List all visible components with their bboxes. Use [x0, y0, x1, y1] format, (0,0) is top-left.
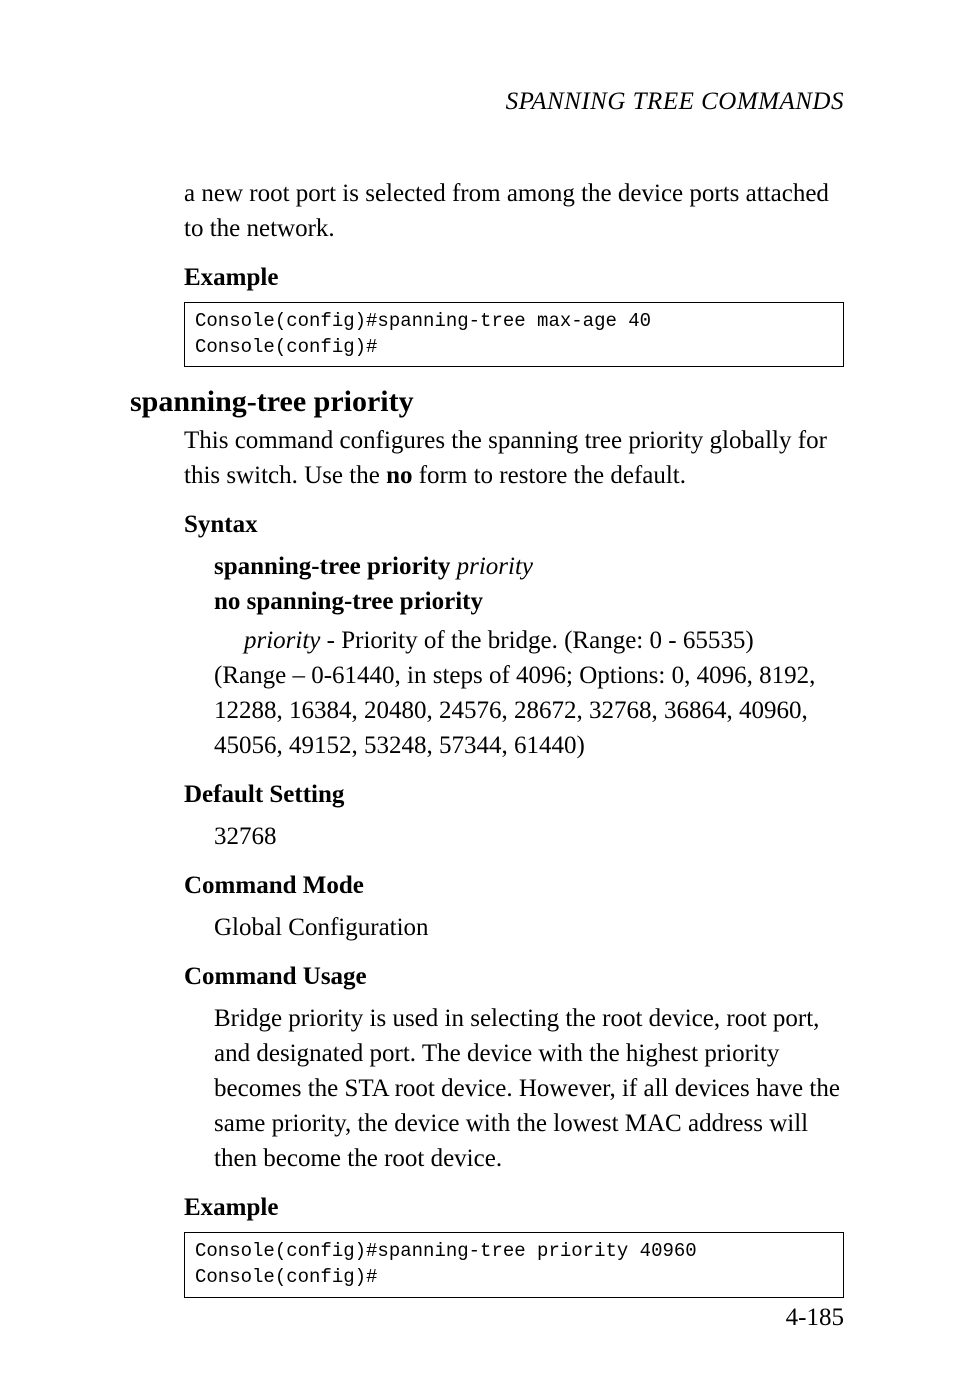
range-lines: (Range – 0-61440, in steps of 4096; Opti… [214, 658, 844, 763]
syntax-line1-bold: spanning-tree priority [214, 553, 457, 580]
example2-label: Example [184, 1194, 844, 1222]
command-mode-label: Command Mode [184, 872, 844, 900]
syntax-line2: no spanning-tree priority [214, 584, 844, 619]
running-head: SPANNING TREE COMMANDS [130, 88, 844, 116]
param-ital: priority [244, 627, 320, 654]
page-container: SPANNING TREE COMMANDS a new root port i… [0, 0, 954, 1388]
syntax-line1: spanning-tree priority priority [214, 549, 844, 584]
command-usage-text: Bridge priority is used in selecting the… [214, 1001, 844, 1176]
example1-label: Example [184, 264, 844, 292]
command-title: spanning-tree priority [130, 385, 844, 419]
example1-code: Console(config)#spanning-tree max-age 40… [184, 302, 844, 367]
command-mode-value: Global Configuration [214, 910, 844, 945]
page-number: 4-185 [786, 1304, 844, 1332]
command-usage-label: Command Usage [184, 963, 844, 991]
syntax-label: Syntax [184, 511, 844, 539]
syntax-line1-ital: priority [457, 553, 533, 580]
example2-code: Console(config)#spanning-tree priority 4… [184, 1232, 844, 1297]
syntax-block: spanning-tree priority priority no spann… [214, 549, 844, 763]
desc-part2: form to restore the default. [412, 462, 686, 489]
default-setting-label: Default Setting [184, 781, 844, 809]
param-rest: - Priority of the bridge. (Range: 0 - 65… [320, 627, 753, 654]
intro-paragraph: a new root port is selected from among t… [184, 176, 844, 246]
param-block: priority - Priority of the bridge. (Rang… [244, 623, 844, 763]
default-setting-value: 32768 [214, 819, 844, 854]
desc-bold: no [386, 462, 412, 489]
command-description: This command configures the spanning tre… [184, 423, 844, 493]
